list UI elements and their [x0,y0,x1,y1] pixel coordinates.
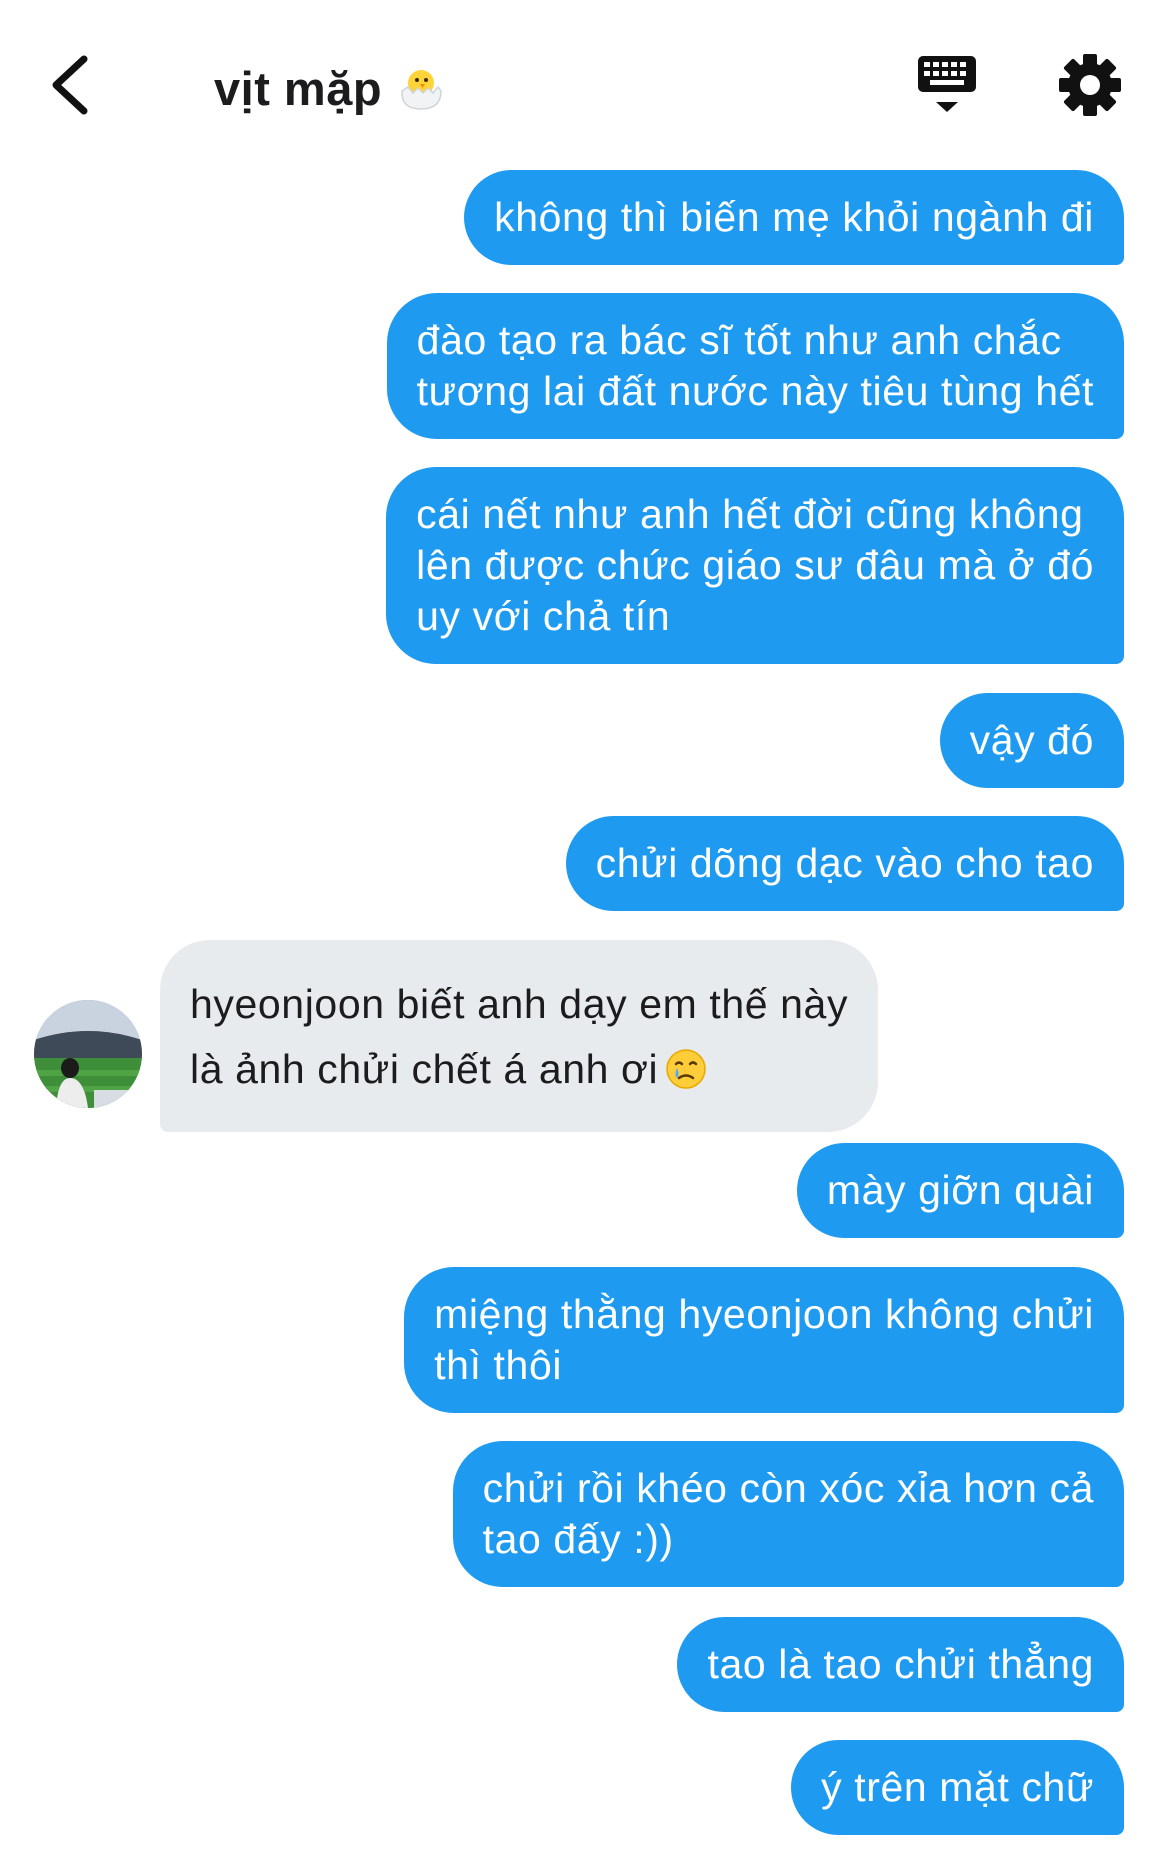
message-text: đào tạo ra bác sĩ tốt như anh chắc [416,317,1062,363]
sent-message-bubble[interactable]: chửi rồi khéo còn xóc xỉa hơn cả tao đấy… [452,1441,1124,1587]
chat-header: vịt mặp [0,0,1170,170]
message-text: chửi dõng dạc vào cho tao [595,840,1094,886]
message-text: hyeonjoon biết anh dạy em thế này [190,981,849,1027]
sent-message-bubble[interactable]: miệng thằng hyeonjoon không chửi thì thô… [404,1267,1124,1413]
sent-message-bubble[interactable]: đào tạo ra bác sĩ tốt như anh chắc tương… [386,293,1124,439]
message-text: lên được chức giáo sư đâu mà ở đó [416,542,1094,588]
sent-message-bubble[interactable]: mày giỡn quài [796,1143,1124,1238]
message-text: mày giỡn quài [826,1167,1094,1213]
message-text: tao đấy :)) [482,1516,674,1562]
sent-message-bubble[interactable]: không thì biến mẹ khỏi ngành đi [464,170,1124,265]
conversation-title: vịt mặp [214,61,383,115]
message-text: ý trên mặt chữ [821,1764,1094,1810]
message-text: không thì biến mẹ khỏi ngành đi [494,194,1094,240]
contact-avatar[interactable] [34,1000,142,1108]
conversation-title-group[interactable]: vịt mặp [214,56,446,120]
message-text: chửi rồi khéo còn xóc xỉa hơn cả [482,1465,1094,1511]
sent-message-bubble[interactable]: ý trên mặt chữ [791,1740,1124,1835]
message-text: tao là tao chửi thẳng [707,1641,1094,1687]
back-button[interactable] [40,50,100,120]
message-text: uy với chả tín [416,593,671,639]
chevron-left-icon [52,55,88,115]
message-text: vậy đó [969,717,1094,763]
settings-button[interactable] [1055,50,1125,120]
keyboard-icon [918,56,976,112]
crying-face-icon [666,1049,706,1089]
sent-message-bubble[interactable]: tao là tao chửi thẳng [677,1617,1124,1712]
sent-message-bubble[interactable]: cái nết như anh hết đời cũng không lên đ… [386,467,1124,664]
sent-message-bubble[interactable]: vậy đó [939,693,1124,788]
message-line-with-emoji: là ảnh chửi chết á anh ơi [190,1037,848,1102]
message-text: thì thôi [434,1342,563,1388]
hatching-chick-icon [401,70,442,110]
message-text: miệng thằng hyeonjoon không chửi [434,1291,1094,1337]
message-text: là ảnh chửi chết á anh ơi [190,1046,659,1092]
gear-icon [1059,54,1121,116]
avatar-photo [34,1000,142,1108]
sent-message-bubble[interactable]: chửi dõng dạc vào cho tao [565,816,1124,911]
received-message-bubble[interactable]: hyeonjoon biết anh dạy em thế này là ảnh… [160,940,879,1132]
message-text: tương lai đất nước này tiêu tùng hết [416,368,1094,414]
message-text: cái nết như anh hết đời cũng không [416,491,1084,537]
keyboard-button[interactable] [912,50,982,120]
